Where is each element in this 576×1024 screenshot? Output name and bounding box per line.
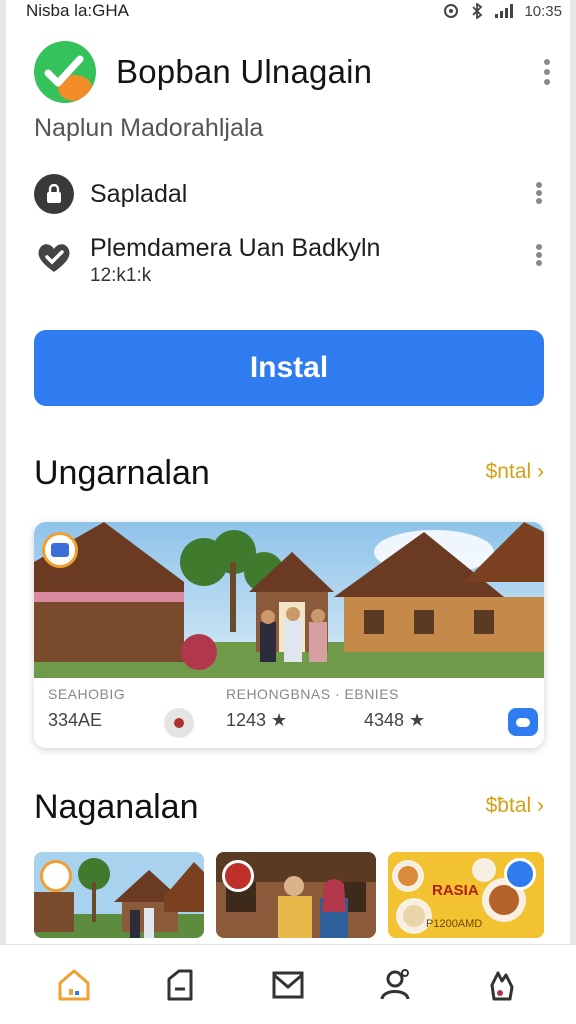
more-options-icon[interactable] [540, 57, 554, 87]
nav-mail[interactable] [264, 961, 312, 1009]
card-stat-2: 1243 ★ [226, 710, 288, 730]
nav-more[interactable] [478, 961, 526, 1009]
thumbnail-2[interactable] [216, 852, 376, 938]
card-stat-3: 4348 ★ [364, 710, 426, 730]
app-title: Bopban Ulnagain [116, 53, 373, 90]
info-label-safety: Sapladal [90, 179, 188, 208]
card-label-right: REHONGBNAS · EBNIES [226, 686, 399, 702]
info-row-safety[interactable]: Sapladal [34, 172, 550, 216]
card-labels: SEAHOBIG REHONGBNAS · EBNIES [48, 686, 538, 702]
bottom-nav [0, 944, 576, 1024]
bluetooth-icon [472, 3, 483, 19]
mail-icon [272, 971, 304, 998]
promo-sub: P1200AMD [426, 918, 483, 930]
thumbnail-badge-icon [222, 860, 254, 892]
signal-icon [495, 4, 514, 18]
thumbnail-1[interactable] [34, 852, 204, 938]
info-row-more-icon[interactable] [532, 242, 546, 268]
nav-bag[interactable] [157, 961, 205, 1009]
app-logo-icon [34, 41, 96, 103]
status-bar: Nisba la:GHA 10:35 [0, 0, 576, 22]
card-badge-icon [42, 532, 78, 568]
section-link-1[interactable]: $ntal › [486, 460, 544, 484]
install-button[interactable]: Instal [34, 330, 544, 406]
bag-icon [167, 969, 193, 1000]
home-icon [58, 969, 90, 1000]
developer-name[interactable]: Naplun Madorahljala [34, 114, 263, 143]
carrier-text: Nisba la:GHA [26, 1, 129, 20]
hand-icon [490, 971, 514, 1000]
info-text-group: Plemdamera Uan Badkyln 12:k1:k [74, 234, 380, 287]
heart-check-icon [38, 244, 70, 272]
feature-card[interactable]: SEAHOBIG REHONGBNAS · EBNIES 334AE 1243 … [34, 522, 544, 748]
location-pin-icon [164, 708, 194, 738]
card-stat-1: 334AE [48, 710, 103, 730]
section-title-1: Ungarnalan [34, 454, 210, 492]
info-sub-rating: 12:k1:k [90, 265, 152, 286]
clock-text: 10:35 [524, 2, 562, 20]
card-image [34, 522, 544, 678]
nav-profile[interactable] [371, 961, 419, 1009]
nav-home[interactable] [50, 961, 98, 1009]
person-icon [380, 968, 410, 1000]
app-header: Bopban Ulnagain [34, 40, 554, 104]
info-label-rating: Plemdamera Uan Badkyln [90, 234, 381, 262]
screen-edge-left [0, 0, 6, 1024]
thumbnail-3[interactable]: RASIA P1200AMD [388, 852, 544, 938]
eye-comfort-icon [444, 4, 459, 18]
info-row-rating[interactable]: Plemdamera Uan Badkyln 12:k1:k [34, 234, 550, 298]
screen-edge-right [570, 0, 576, 1024]
section-link-2[interactable]: $ƀtal › [486, 794, 544, 818]
chat-icon[interactable] [508, 708, 538, 736]
thumbnail-badge-icon [40, 860, 72, 892]
card-label-left: SEAHOBIG [48, 686, 126, 702]
promo-text: RASIA [432, 882, 479, 899]
status-icons: 10:35 [442, 3, 562, 20]
info-row-more-icon[interactable] [532, 180, 546, 206]
card-stats: 334AE 1243 ★ 4348 ★ [48, 708, 538, 738]
lock-icon [34, 174, 74, 214]
section-title-2: Naganalan [34, 788, 199, 826]
promo-badge-icon [504, 858, 536, 890]
